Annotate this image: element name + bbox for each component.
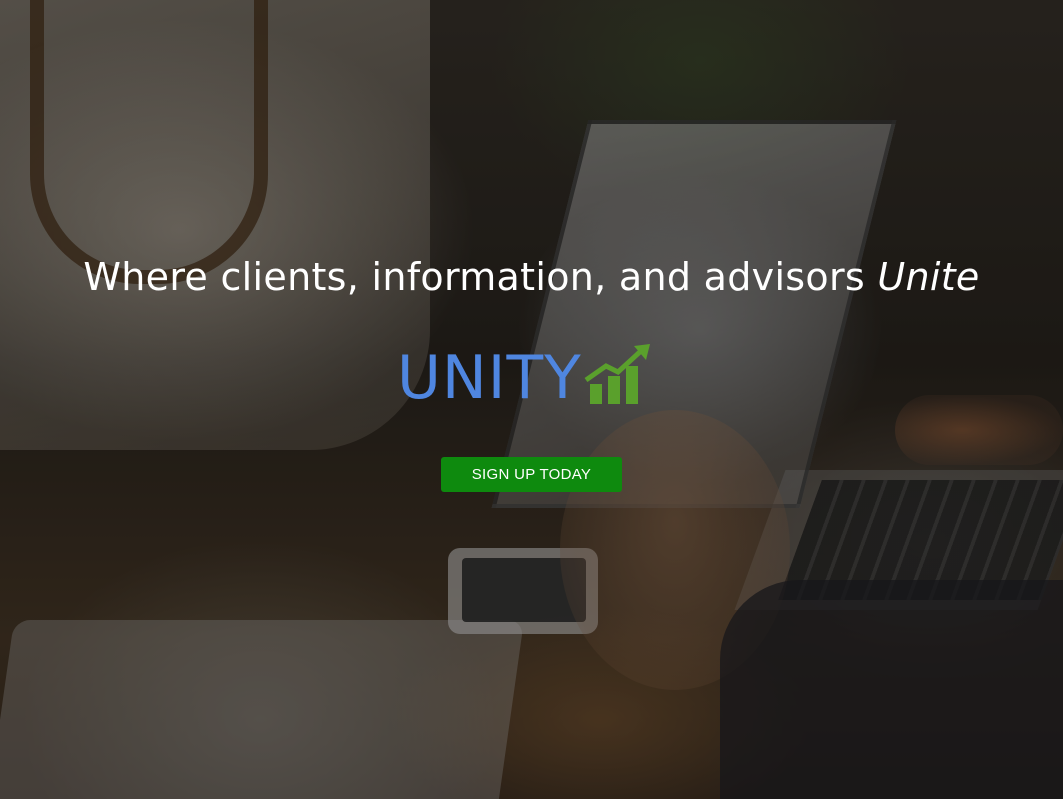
unity-logo: UNITY xyxy=(397,340,654,410)
logo-text: UNITY xyxy=(397,343,582,413)
bar-chart-up-arrow-icon xyxy=(584,344,650,404)
hero-headline: Where clients, information, and advisors… xyxy=(0,255,1063,299)
sign-up-button[interactable]: SIGN UP TODAY xyxy=(441,457,622,492)
headline-main-text: Where clients, information, and advisors xyxy=(83,255,878,299)
hero-section: Where clients, information, and advisors… xyxy=(0,0,1063,799)
headline-emphasis-text: Unite xyxy=(877,255,980,299)
